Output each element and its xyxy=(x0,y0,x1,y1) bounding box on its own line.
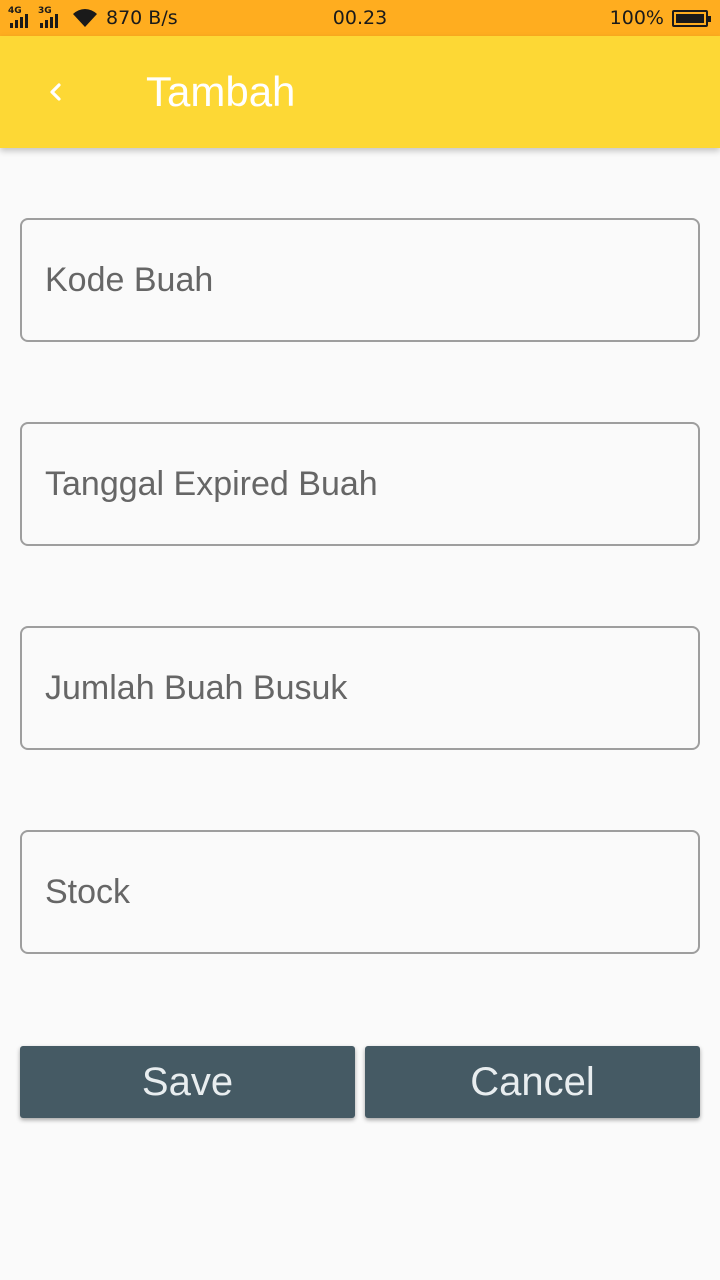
status-bar: 4G 3G 870 B/s 00.23 100% xyxy=(0,0,720,36)
stock-input[interactable] xyxy=(22,832,698,952)
battery-percent: 100% xyxy=(609,7,664,29)
page-title: Tambah xyxy=(146,68,296,115)
status-right: 100% xyxy=(609,7,711,29)
save-button[interactable]: Save xyxy=(20,1046,355,1118)
cancel-button[interactable]: Cancel xyxy=(365,1046,700,1118)
tanggal-expired-field[interactable] xyxy=(20,422,700,546)
tanggal-expired-input[interactable] xyxy=(22,424,698,544)
app-bar: Tambah xyxy=(0,36,720,148)
jumlah-buah-busuk-input[interactable] xyxy=(22,628,698,748)
back-button[interactable] xyxy=(34,70,78,114)
kode-buah-input[interactable] xyxy=(22,220,698,340)
jumlah-buah-busuk-field[interactable] xyxy=(20,626,700,750)
kode-buah-field[interactable] xyxy=(20,218,700,342)
stock-field[interactable] xyxy=(20,830,700,954)
battery-icon xyxy=(672,9,711,27)
chevron-left-icon xyxy=(50,83,61,101)
